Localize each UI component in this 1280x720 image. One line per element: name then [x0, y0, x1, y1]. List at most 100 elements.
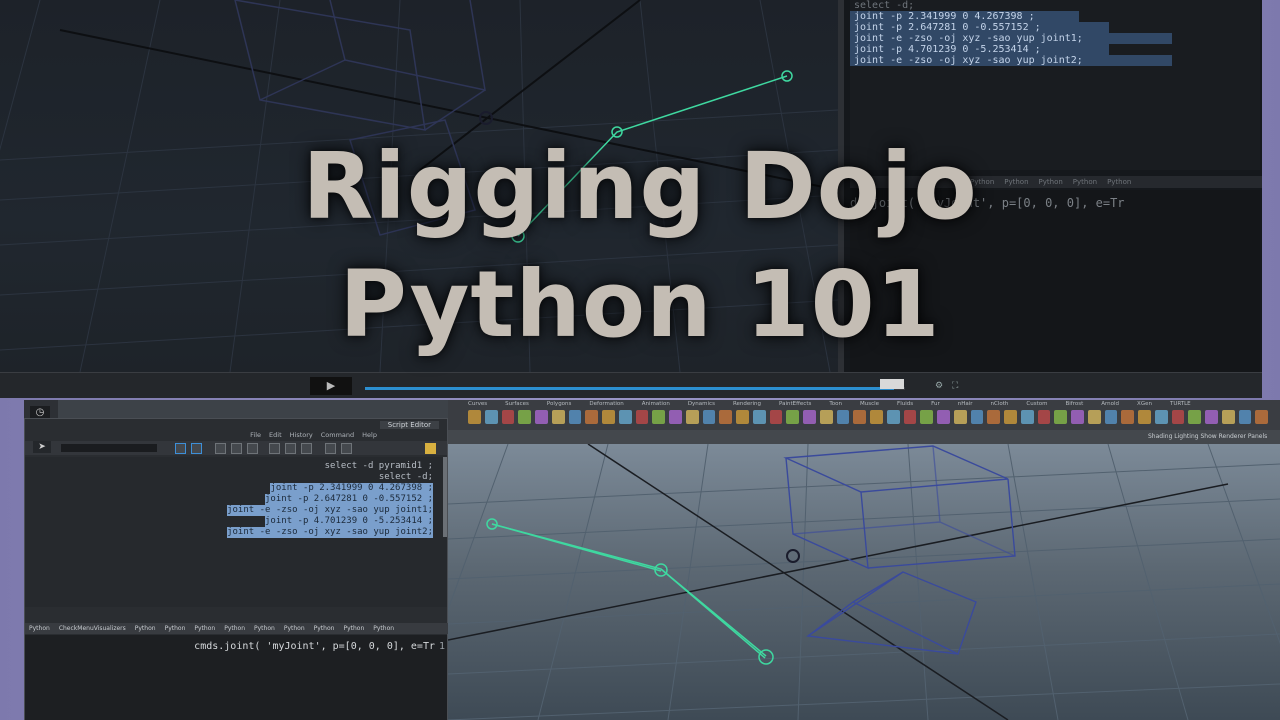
- tab-python[interactable]: Python: [135, 623, 156, 634]
- shelf-tool-icon[interactable]: [1087, 410, 1101, 424]
- shelf-tool-icon[interactable]: [803, 410, 816, 424]
- panel-menu-item[interactable]: Panels: [1248, 433, 1267, 440]
- shelf-tool-icon[interactable]: [1104, 410, 1118, 424]
- menu-item[interactable]: File: [250, 431, 261, 439]
- shelf-tool-icon[interactable]: [568, 410, 582, 424]
- shelf-tab[interactable]: Bifrost: [1065, 400, 1083, 408]
- tab-checkmenu[interactable]: CheckMenuVisualizers: [59, 623, 126, 634]
- shelf-tab[interactable]: Deformation: [589, 400, 623, 408]
- main-viewport[interactable]: [448, 444, 1280, 720]
- history-scrollbar[interactable]: [443, 457, 447, 537]
- shelf-tool-icon[interactable]: [819, 410, 833, 424]
- shelf-tool-icon[interactable]: [853, 410, 866, 424]
- tab-python[interactable]: Python: [29, 623, 50, 634]
- shelf-tab[interactable]: Muscle: [860, 400, 879, 408]
- shelf-tab[interactable]: nCloth: [991, 400, 1009, 408]
- shelf-tool-icon[interactable]: [736, 410, 749, 424]
- shelf-tab[interactable]: XGen: [1137, 400, 1152, 408]
- menu-item[interactable]: Edit: [269, 431, 282, 439]
- panel-menu-item[interactable]: Lighting: [1174, 433, 1198, 440]
- panel-menu-item[interactable]: Renderer: [1219, 433, 1246, 440]
- shelf-tab[interactable]: Toon: [829, 400, 842, 408]
- open-script-icon[interactable]: [425, 443, 436, 454]
- echo-icon[interactable]: [325, 443, 336, 454]
- shelf-tab[interactable]: TURTLE: [1170, 400, 1191, 408]
- shelf-tool-icon[interactable]: [484, 410, 498, 424]
- run-selected-icon[interactable]: [191, 443, 202, 454]
- shelf-tool-icon[interactable]: [886, 410, 900, 424]
- shelf-tool-icon[interactable]: [602, 410, 615, 424]
- play-button[interactable]: ▶: [310, 377, 352, 395]
- menu-item[interactable]: Help: [362, 431, 377, 439]
- script-editor-history[interactable]: select -d pyramid1 ; select -d; joint -p…: [25, 457, 447, 607]
- shelf-tool-icon[interactable]: [1138, 410, 1151, 424]
- progress-track[interactable]: [365, 387, 905, 390]
- shelf-tab[interactable]: Rendering: [733, 400, 761, 408]
- pyramid-wire[interactable]: [806, 571, 977, 655]
- shelf-tool-icon[interactable]: [1054, 410, 1067, 424]
- clear-all-icon[interactable]: [247, 443, 258, 454]
- shelf-tool-icon[interactable]: [551, 410, 565, 424]
- tab-python[interactable]: Python: [254, 623, 275, 634]
- shelf-tool-icon[interactable]: [903, 410, 917, 424]
- shelf-tab[interactable]: PaintEffects: [779, 400, 811, 408]
- clear-history-icon[interactable]: [215, 443, 226, 454]
- shelf-tool-icon[interactable]: [1071, 410, 1084, 424]
- shelf-tool-icon[interactable]: [1004, 410, 1017, 424]
- tab-python[interactable]: Python: [343, 623, 364, 634]
- shelf-tool-icon[interactable]: [1221, 410, 1235, 424]
- shelf-tool-icon[interactable]: [836, 410, 850, 424]
- shelf-tool-icon[interactable]: [1205, 410, 1218, 424]
- shelf-tool-icon[interactable]: [970, 410, 984, 424]
- panel-menu-item[interactable]: Show: [1200, 433, 1216, 440]
- shelf-tool-icon[interactable]: [752, 410, 766, 424]
- tab-python[interactable]: Python: [194, 623, 215, 634]
- tab-python[interactable]: Python: [165, 623, 186, 634]
- shelf-tool-icon[interactable]: [685, 410, 699, 424]
- fullscreen-icon[interactable]: ⛶: [952, 381, 958, 391]
- shelf-tool-icon[interactable]: [652, 410, 665, 424]
- shelf-tool-icon[interactable]: [585, 410, 598, 424]
- shelf-tab[interactable]: Dynamics: [688, 400, 715, 408]
- shelf-tab[interactable]: Fluids: [897, 400, 913, 408]
- shelf-tool-icon[interactable]: [719, 410, 732, 424]
- shelf-tool-icon[interactable]: [535, 410, 548, 424]
- settings-icon[interactable]: ⚙: [935, 381, 943, 391]
- shelf-tab[interactable]: nHair: [958, 400, 973, 408]
- shelf-tab[interactable]: Arnold: [1101, 400, 1119, 408]
- shelf-tool-icon[interactable]: [1171, 410, 1185, 424]
- shelf-tool-icon[interactable]: [953, 410, 967, 424]
- shelf-tool-icon[interactable]: [920, 410, 933, 424]
- panel-menu-item[interactable]: Shading: [1148, 433, 1172, 440]
- tab-python[interactable]: Python: [373, 623, 394, 634]
- pointer-icon[interactable]: ➤: [33, 441, 51, 453]
- tab-python[interactable]: Python: [284, 623, 305, 634]
- shelf-tool-icon[interactable]: [1238, 410, 1252, 424]
- script-editor-input[interactable]: cmds.joint( 'myJoint', p=[0, 0, 0], e=Tr…: [25, 635, 447, 720]
- shelf-tool-icon[interactable]: [987, 410, 1000, 424]
- shelf-tool-icon[interactable]: [937, 410, 950, 424]
- show-input-icon[interactable]: [285, 443, 296, 454]
- shelf-tool-icon[interactable]: [1037, 410, 1051, 424]
- shelf-tab[interactable]: Custom: [1026, 400, 1047, 408]
- shelf-tool-icon[interactable]: [518, 410, 531, 424]
- shelf-tab[interactable]: Curves: [468, 400, 487, 408]
- line-numbers-icon[interactable]: [341, 443, 352, 454]
- shelf-tab[interactable]: Polygons: [547, 400, 571, 408]
- clear-input-icon[interactable]: [231, 443, 242, 454]
- run-all-icon[interactable]: [175, 443, 186, 454]
- show-history-icon[interactable]: [269, 443, 280, 454]
- shelf-tool-icon[interactable]: [702, 410, 716, 424]
- shelf-tool-icon[interactable]: [1255, 410, 1268, 424]
- show-both-icon[interactable]: [301, 443, 312, 454]
- shelf-tool-icon[interactable]: [501, 410, 515, 424]
- shelf-tool-icon[interactable]: [1121, 410, 1134, 424]
- shelf-tool-icon[interactable]: [1020, 410, 1034, 424]
- shelf-tool-icon[interactable]: [769, 410, 783, 424]
- shelf-tool-icon[interactable]: [669, 410, 682, 424]
- shelf-tool-icon[interactable]: [618, 410, 632, 424]
- shelf-tab[interactable]: Animation: [642, 400, 670, 408]
- shelf-tab[interactable]: Surfaces: [505, 400, 529, 408]
- shelf-tool-icon[interactable]: [1154, 410, 1168, 424]
- tab-python[interactable]: Python: [224, 623, 245, 634]
